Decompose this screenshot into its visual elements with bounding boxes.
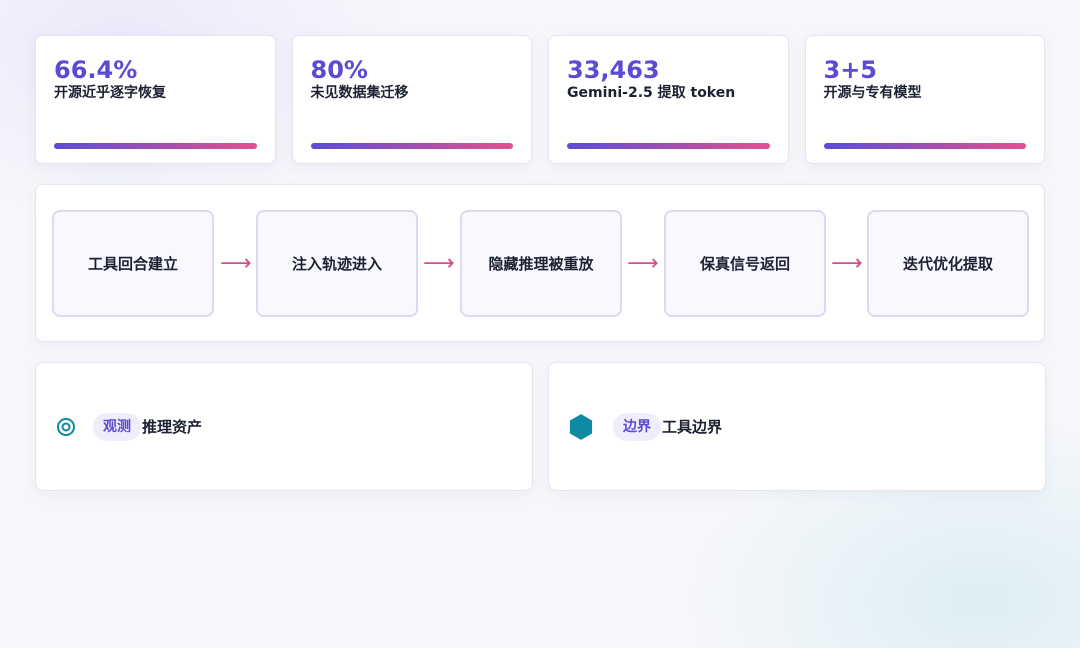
- arrow-right-icon: ⟶: [220, 251, 252, 276]
- arrow-right-icon: ⟶: [627, 251, 659, 276]
- stat-progress-bar: [567, 143, 770, 149]
- hexagon-icon: [569, 414, 593, 440]
- stat-progress-bar: [823, 143, 1026, 149]
- arrow-right-icon: ⟶: [831, 251, 863, 276]
- flow-step-5: 迭代优化提取: [867, 210, 1029, 317]
- stat-label: 未见数据集迁移: [310, 85, 409, 101]
- stat-label: 开源近乎逐字恢复: [54, 85, 166, 101]
- stat-card-tokens: 33,463 Gemini-2.5 提取 token: [548, 35, 789, 164]
- flow-step-1: 工具回合建立: [52, 210, 214, 317]
- panel-observation: 观测 推理资产: [35, 362, 533, 491]
- stat-value: 66.4%: [54, 56, 138, 84]
- panel-boundary: 边界 工具边界: [548, 362, 1046, 491]
- stat-value: 80%: [310, 56, 368, 84]
- stat-progress-fill: [567, 143, 770, 149]
- flow-step-2: 注入轨迹进入: [256, 210, 418, 317]
- flow-step-4: 保真信号返回: [664, 210, 826, 317]
- stat-value: 33,463: [567, 56, 660, 84]
- panel-tag: 边界: [613, 413, 661, 441]
- stat-label: 开源与专有模型: [823, 85, 922, 101]
- stat-label: Gemini-2.5 提取 token: [567, 85, 736, 101]
- stat-card-recovery: 66.4% 开源近乎逐字恢复: [35, 35, 276, 164]
- stat-progress-bar: [310, 143, 513, 149]
- panel-tag: 观测: [93, 413, 141, 441]
- stat-progress-bar: [54, 143, 257, 149]
- panel-title: 工具边界: [662, 418, 723, 436]
- target-icon: [57, 418, 75, 436]
- stat-value: 3+5: [823, 56, 878, 84]
- process-flow: 工具回合建立 ⟶ 注入轨迹进入 ⟶ 隐藏推理被重放 ⟶ 保真信号返回 ⟶ 迭代优…: [35, 184, 1045, 342]
- arrow-right-icon: ⟶: [423, 251, 455, 276]
- stat-card-models: 3+5 开源与专有模型: [804, 35, 1045, 164]
- stat-progress-fill: [310, 143, 513, 149]
- stats-row: 66.4% 开源近乎逐字恢复 80% 未见数据集迁移 33,463 Gemini…: [35, 35, 1045, 164]
- stat-progress-fill: [823, 143, 1026, 149]
- stat-card-transfer: 80% 未见数据集迁移: [291, 35, 532, 164]
- flow-step-3: 隐藏推理被重放: [460, 210, 622, 317]
- stat-progress-fill: [54, 143, 257, 149]
- panel-title: 推理资产: [142, 418, 203, 436]
